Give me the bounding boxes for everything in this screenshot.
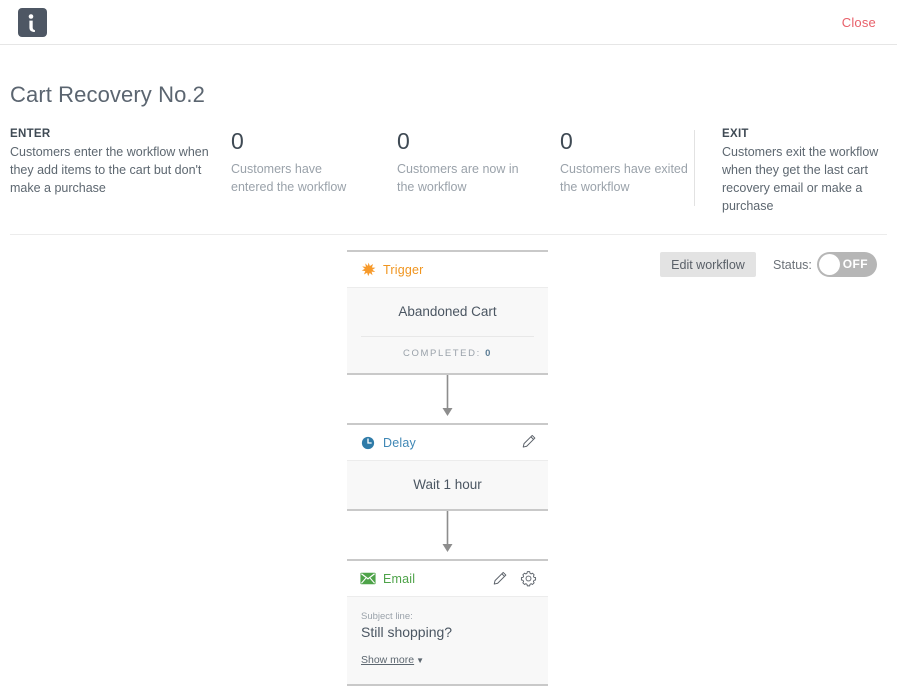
metric-entered: 0 Customers have entered the workflow <box>231 128 361 196</box>
metric-exited-value: 0 <box>560 128 690 154</box>
pencil-icon[interactable] <box>521 434 537 450</box>
caret-down-icon: ▼ <box>416 656 424 665</box>
close-button[interactable]: Close <box>842 15 876 30</box>
email-card-body: Subject line: Still shopping? Show more▼ <box>347 597 548 686</box>
trigger-completed-value: 0 <box>485 348 492 359</box>
metric-in-workflow: 0 Customers are now in the workflow <box>397 128 527 196</box>
arrow-down-icon <box>347 511 548 559</box>
exit-description: Customers exit the workflow when they ge… <box>722 143 887 215</box>
status-label: Status: <box>773 258 812 272</box>
metric-exited: 0 Customers have exited the workflow <box>560 128 690 196</box>
metric-entered-value: 0 <box>231 128 361 154</box>
starburst-icon <box>360 262 376 278</box>
trigger-card-header: Trigger <box>347 252 548 288</box>
delay-type-label: Delay <box>383 436 416 450</box>
metric-in-workflow-value: 0 <box>397 128 527 154</box>
status-toggle[interactable]: OFF <box>817 252 877 277</box>
show-more-label: Show more <box>361 654 414 666</box>
app-logo[interactable] <box>18 8 47 37</box>
trigger-completed-label: COMPLETED: <box>403 348 481 359</box>
enter-heading: ENTER <box>10 128 210 140</box>
workflow-step-trigger[interactable]: Trigger Abandoned Cart COMPLETED: 0 <box>347 250 548 375</box>
top-navigation-bar: Close <box>0 0 897 45</box>
delay-card-header: Delay <box>347 425 548 461</box>
section-divider <box>10 234 887 235</box>
workflow-step-delay[interactable]: Delay Wait 1 hour <box>347 423 548 511</box>
trigger-type-label: Trigger <box>383 263 424 277</box>
workflow-canvas: Trigger Abandoned Cart COMPLETED: 0 <box>347 250 548 686</box>
email-subject-label: Subject line: <box>361 611 534 622</box>
page-title: Cart Recovery No.2 <box>10 82 205 108</box>
email-type-label: Email <box>383 572 415 586</box>
pencil-icon[interactable] <box>492 571 508 587</box>
exit-heading: EXIT <box>722 128 887 140</box>
toggle-state-label: OFF <box>843 257 868 271</box>
trigger-completed-stat: COMPLETED: 0 <box>347 337 548 373</box>
edit-workflow-button[interactable]: Edit workflow <box>660 252 756 277</box>
arrow-down-icon <box>347 375 548 423</box>
email-subject-value: Still shopping? <box>361 624 534 640</box>
exit-divider <box>694 130 695 206</box>
exit-condition-block: EXIT Customers exit the workflow when th… <box>722 128 887 215</box>
metric-in-workflow-caption: Customers are now in the workflow <box>397 160 527 196</box>
metric-entered-caption: Customers have entered the workflow <box>231 160 361 196</box>
delay-card-actions <box>521 434 537 450</box>
workflow-step-email[interactable]: Email Subject line: Still shoppi <box>347 559 548 686</box>
email-card-actions <box>492 570 537 587</box>
show-more-link[interactable]: Show more▼ <box>361 654 424 666</box>
trigger-name: Abandoned Cart <box>347 288 548 336</box>
enter-description: Customers enter the workflow when they a… <box>10 143 210 197</box>
stats-summary: ENTER Customers enter the workflow when … <box>0 128 897 228</box>
trigger-card-body: Abandoned Cart COMPLETED: 0 <box>347 288 548 375</box>
connector-delay-to-email <box>347 511 548 559</box>
delay-card-body: Wait 1 hour <box>347 461 548 511</box>
delay-value: Wait 1 hour <box>347 461 548 509</box>
clock-icon <box>360 435 376 451</box>
app-logo-icon <box>18 8 47 37</box>
metric-exited-caption: Customers have exited the workflow <box>560 160 690 196</box>
email-card-header: Email <box>347 561 548 597</box>
connector-trigger-to-delay <box>347 375 548 423</box>
enter-condition-block: ENTER Customers enter the workflow when … <box>10 128 210 197</box>
gear-icon[interactable] <box>520 570 537 587</box>
envelope-icon <box>360 571 376 587</box>
toggle-knob <box>819 254 840 275</box>
